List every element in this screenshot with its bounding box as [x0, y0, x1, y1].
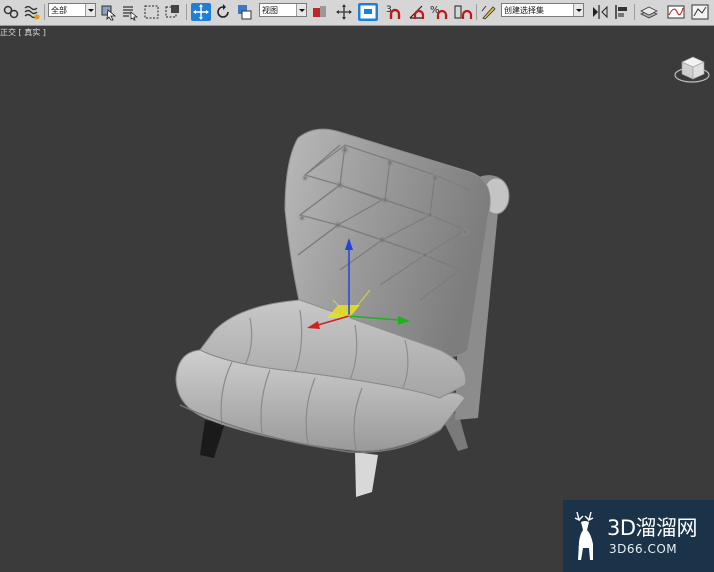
chair-leg-front-right: [355, 452, 378, 497]
align-icon[interactable]: [613, 3, 631, 21]
chair-leg-front-left: [200, 420, 225, 458]
keyboard-shortcut-icon[interactable]: [358, 3, 378, 21]
selection-filter-dropdown[interactable]: 全部: [48, 3, 96, 17]
select-rotate-icon[interactable]: [214, 3, 232, 21]
layer-explorer-icon[interactable]: [639, 3, 659, 21]
toolbar-separator: [44, 4, 45, 20]
select-scale-icon[interactable]: [236, 3, 256, 21]
reference-coordinate-value: 视图: [262, 6, 278, 15]
chevron-down-icon[interactable]: [296, 4, 306, 16]
reference-coordinate-dropdown[interactable]: 视图: [259, 3, 307, 17]
select-link-icon[interactable]: [2, 3, 20, 21]
chevron-down-icon[interactable]: [85, 4, 95, 16]
spinner-snap-icon[interactable]: [453, 3, 473, 21]
toolbar-separator: [476, 4, 477, 20]
mirror-icon[interactable]: [591, 3, 609, 21]
select-move-icon[interactable]: [191, 3, 211, 21]
main-toolbar: 全部 视图 3 % 创建选择集: [0, 0, 714, 26]
named-selection-set-dropdown[interactable]: 创建选择集: [501, 3, 584, 17]
toolbar-separator: [186, 4, 187, 20]
chair-3d-model[interactable]: [0, 26, 714, 572]
select-object-icon[interactable]: [100, 3, 117, 21]
angle-snap-icon[interactable]: [407, 3, 427, 21]
select-by-name-icon[interactable]: [121, 3, 139, 21]
toolbar-separator: [634, 4, 635, 20]
chevron-down-icon[interactable]: [573, 4, 583, 16]
pivot-center-icon[interactable]: [311, 3, 329, 21]
select-manipulate-icon[interactable]: [335, 3, 353, 21]
percent-snap-icon[interactable]: %: [430, 3, 450, 21]
watermark: 3D溜溜网 3D66.COM: [563, 500, 714, 572]
watermark-brand: 3D溜溜网: [607, 516, 698, 540]
edit-named-selection-icon[interactable]: [480, 3, 498, 21]
named-selection-set-value: 创建选择集: [504, 6, 544, 15]
curve-editor-icon[interactable]: [666, 3, 686, 21]
window-crossing-icon[interactable]: [164, 3, 182, 21]
deer-logo-icon: [574, 511, 594, 560]
watermark-domain: 3D66.COM: [609, 542, 678, 556]
rectangular-selection-icon[interactable]: [143, 3, 161, 21]
perspective-viewport[interactable]: 正交 [ 真实 ]: [0, 26, 714, 572]
snaps-toggle-icon[interactable]: 3: [385, 3, 405, 21]
schematic-view-icon[interactable]: [690, 3, 710, 21]
bind-spacewarp-icon[interactable]: [23, 3, 41, 21]
selection-filter-value: 全部: [51, 6, 67, 15]
